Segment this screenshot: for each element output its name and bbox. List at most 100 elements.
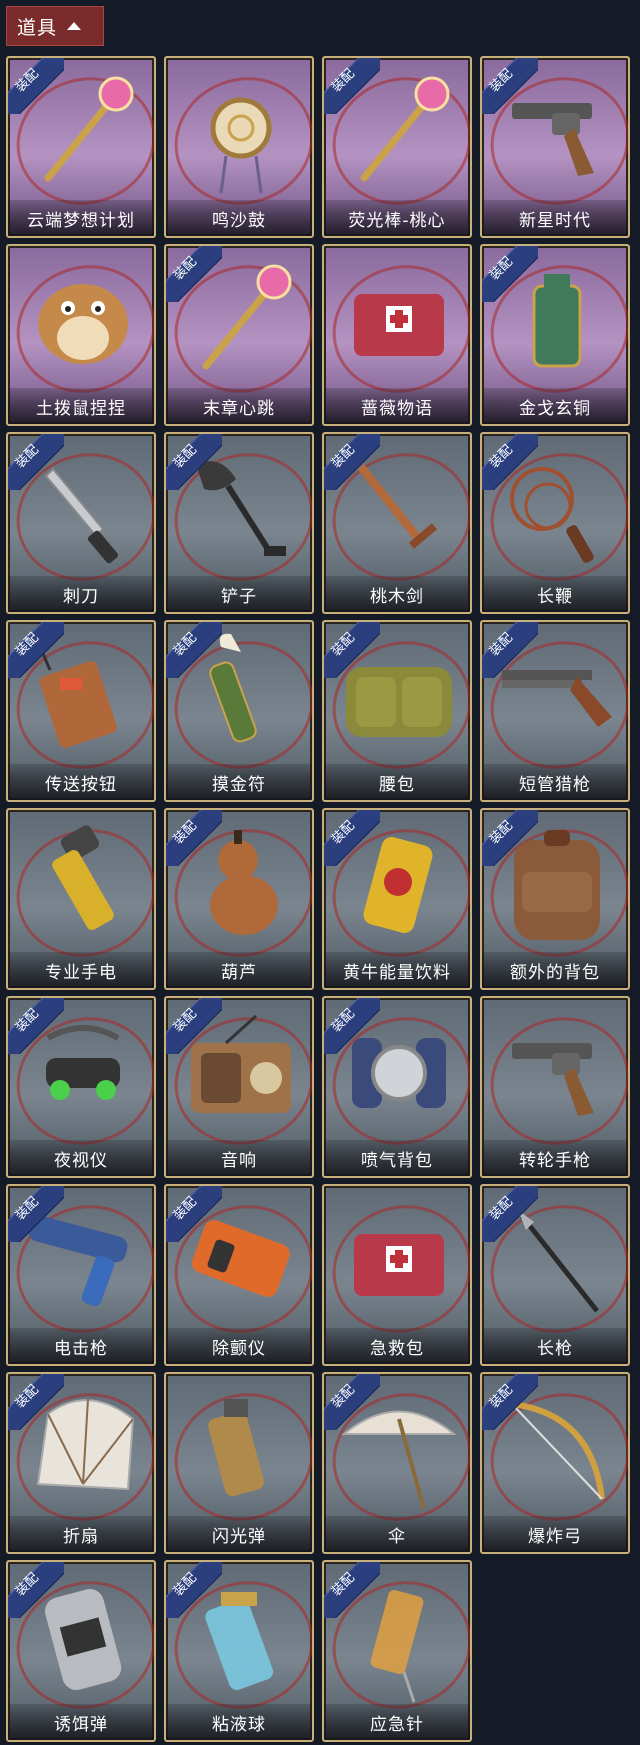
item-name: 伞	[324, 1516, 470, 1552]
item-card[interactable]: 装配 除颤仪	[164, 1184, 314, 1366]
item-name: 急救包	[324, 1328, 470, 1364]
item-name: 鸣沙鼓	[166, 200, 312, 236]
item-card[interactable]: 装配 新星时代	[480, 56, 630, 238]
item-name: 爆炸弓	[482, 1516, 628, 1552]
equipped-badge: 装配	[482, 434, 538, 490]
item-card[interactable]: 装配急救包	[322, 1184, 472, 1366]
equipped-badge: 装配	[166, 998, 222, 1054]
item-card[interactable]: 装配 喷气背包	[322, 996, 472, 1178]
equipped-badge: 装配	[166, 622, 222, 678]
item-card[interactable]: 装配伞	[322, 1372, 472, 1554]
chevron-up-icon[interactable]	[67, 22, 82, 30]
equipped-badge: 装配	[324, 1374, 380, 1430]
item-card[interactable]: 装配 传送按钮	[6, 620, 156, 802]
equipped-badge: 装配	[8, 1186, 64, 1242]
item-card[interactable]: 装配鸣沙鼓	[164, 56, 314, 238]
item-card[interactable]: 装配 应急针	[322, 1560, 472, 1742]
item-name: 土拨鼠捏捏	[8, 388, 154, 424]
item-card[interactable]: 装配 长枪	[480, 1184, 630, 1366]
item-name: 云端梦想计划	[8, 200, 154, 236]
item-name: 荧光棒-桃心	[324, 200, 470, 236]
equipped-badge: 装配	[166, 434, 222, 490]
item-card[interactable]: 装配 夜视仪	[6, 996, 156, 1178]
item-card[interactable]: 装配转轮手枪	[480, 996, 630, 1178]
item-name: 刺刀	[8, 576, 154, 612]
item-name: 转轮手枪	[482, 1140, 628, 1176]
hamster-icon	[38, 284, 128, 364]
item-name: 专业手电	[8, 952, 154, 988]
equipped-badge: 装配	[8, 58, 64, 114]
item-card[interactable]: 装配 折扇	[6, 1372, 156, 1554]
item-card[interactable]: 装配 音响	[164, 996, 314, 1178]
item-name: 长枪	[482, 1328, 628, 1364]
item-name: 铲子	[166, 576, 312, 612]
equipped-badge: 装配	[166, 1186, 222, 1242]
equipped-badge: 装配	[324, 434, 380, 490]
equipped-badge: 装配	[166, 1562, 222, 1618]
item-card[interactable]: 装配 云端梦想计划	[6, 56, 156, 238]
item-name: 喷气背包	[324, 1140, 470, 1176]
item-name: 粘液球	[166, 1704, 312, 1740]
item-card[interactable]: 装配专业手电	[6, 808, 156, 990]
item-card[interactable]: 装配 荧光棒-桃心	[322, 56, 472, 238]
item-card[interactable]: 装配闪光弹	[164, 1372, 314, 1554]
equipped-badge: 装配	[8, 998, 64, 1054]
item-name: 传送按钮	[8, 764, 154, 800]
category-header[interactable]: 道具	[6, 6, 104, 46]
item-name: 葫芦	[166, 952, 312, 988]
item-name: 金戈玄铜	[482, 388, 628, 424]
equipped-badge: 装配	[324, 998, 380, 1054]
item-card[interactable]: 装配 末章心跳	[164, 244, 314, 426]
item-card[interactable]: 装配 刺刀	[6, 432, 156, 614]
equipped-badge: 装配	[324, 622, 380, 678]
drum-icon	[210, 97, 272, 194]
flashlight-icon	[52, 825, 114, 930]
item-card[interactable]: 装配 诱饵弹	[6, 1560, 156, 1742]
item-name: 应急针	[324, 1704, 470, 1740]
medkit-icon	[354, 294, 444, 356]
item-name: 桃木剑	[324, 576, 470, 612]
item-name: 短管猎枪	[482, 764, 628, 800]
medkit-icon	[354, 1234, 444, 1296]
equipped-badge: 装配	[482, 810, 538, 866]
item-card[interactable]: 装配蔷薇物语	[322, 244, 472, 426]
item-name: 腰包	[324, 764, 470, 800]
item-card[interactable]: 装配 粘液球	[164, 1560, 314, 1742]
item-name: 长鞭	[482, 576, 628, 612]
equipped-badge: 装配	[8, 1374, 64, 1430]
item-card[interactable]: 装配 铲子	[164, 432, 314, 614]
item-card[interactable]: 装配 黄牛能量饮料	[322, 808, 472, 990]
item-card[interactable]: 装配 爆炸弓	[480, 1372, 630, 1554]
item-name: 除颤仪	[166, 1328, 312, 1364]
item-name: 新星时代	[482, 200, 628, 236]
equipped-badge: 装配	[324, 1562, 380, 1618]
item-card[interactable]: 装配 腰包	[322, 620, 472, 802]
equipped-badge: 装配	[482, 246, 538, 302]
item-name: 额外的背包	[482, 952, 628, 988]
item-name: 末章心跳	[166, 388, 312, 424]
equipped-badge: 装配	[166, 246, 222, 302]
item-name: 蔷薇物语	[324, 388, 470, 424]
item-name: 闪光弹	[166, 1516, 312, 1552]
item-card[interactable]: 装配 葫芦	[164, 808, 314, 990]
item-card[interactable]: 装配 金戈玄铜	[480, 244, 630, 426]
equipped-badge: 装配	[482, 1374, 538, 1430]
item-card[interactable]: 装配 额外的背包	[480, 808, 630, 990]
equipped-badge: 装配	[482, 1186, 538, 1242]
item-card[interactable]: 装配土拨鼠捏捏	[6, 244, 156, 426]
item-name: 折扇	[8, 1516, 154, 1552]
equipped-badge: 装配	[324, 810, 380, 866]
equipped-badge: 装配	[166, 810, 222, 866]
item-card[interactable]: 装配 长鞭	[480, 432, 630, 614]
item-card[interactable]: 装配 电击枪	[6, 1184, 156, 1366]
equipped-badge: 装配	[482, 622, 538, 678]
item-card[interactable]: 装配 桃木剑	[322, 432, 472, 614]
item-card[interactable]: 装配 摸金符	[164, 620, 314, 802]
item-name: 诱饵弹	[8, 1704, 154, 1740]
item-card[interactable]: 装配 短管猎枪	[480, 620, 630, 802]
item-name: 摸金符	[166, 764, 312, 800]
equipped-badge: 装配	[8, 1562, 64, 1618]
item-name: 黄牛能量饮料	[324, 952, 470, 988]
item-name: 音响	[166, 1140, 312, 1176]
equipped-badge: 装配	[8, 434, 64, 490]
